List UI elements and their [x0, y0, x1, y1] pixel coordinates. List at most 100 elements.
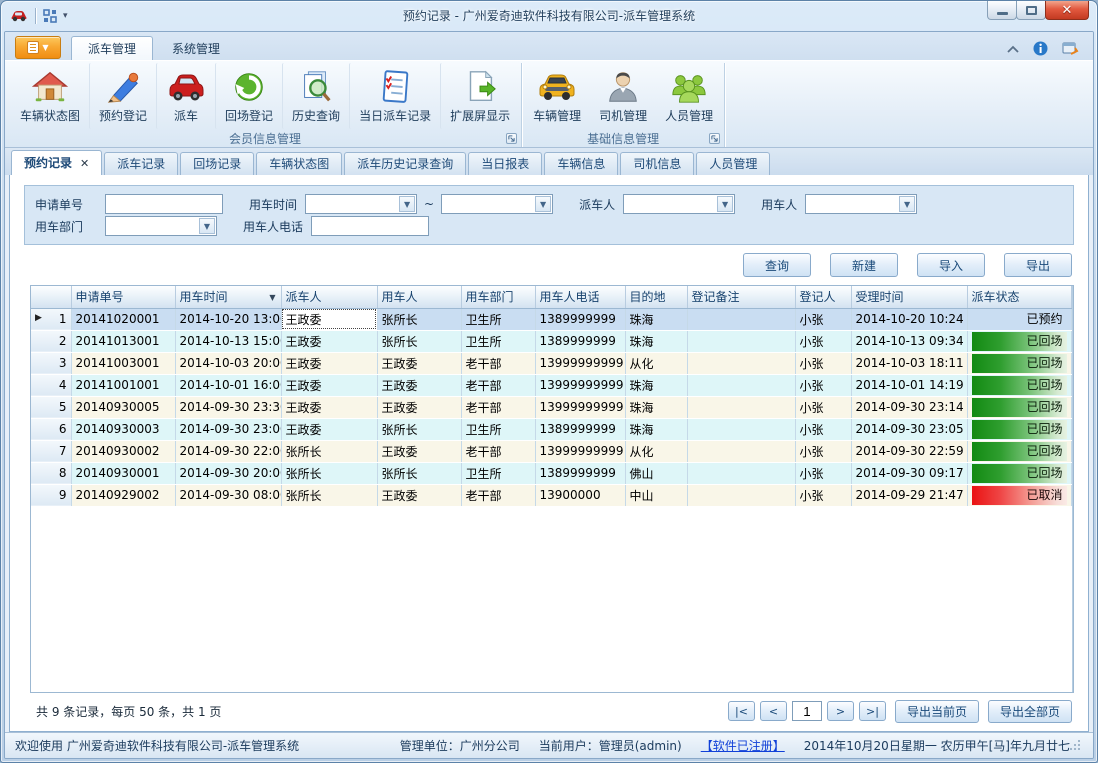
ribbon-button-1-1[interactable]: 司机管理: [590, 63, 656, 129]
cell-order_no[interactable]: 20140930005: [71, 396, 175, 418]
cell-status[interactable]: 已取消: [967, 484, 1071, 506]
quick-access-dropdown-caret-icon[interactable]: ▾: [63, 11, 68, 21]
title-bar[interactable]: ▾ 预约记录 - 广州爱奇迪软件科技有限公司-派车管理系统 ✕: [1, 1, 1097, 31]
query-button[interactable]: 查询: [743, 253, 811, 277]
cell-accept_time[interactable]: 2014-09-30 09:17: [851, 462, 967, 484]
ribbon-button-0-5[interactable]: 当日派车记录: [349, 63, 440, 129]
cell-destination[interactable]: 珠海: [625, 374, 687, 396]
dialog-launcher-icon[interactable]: [709, 133, 720, 144]
cell-order_no[interactable]: 20141020001: [71, 308, 175, 330]
row-indicator[interactable]: 3: [31, 352, 71, 374]
export-button[interactable]: 导出: [1004, 253, 1072, 277]
cell-dept[interactable]: 卫生所: [461, 462, 535, 484]
column-header-5[interactable]: 用车部门: [461, 286, 535, 308]
document-tab-7[interactable]: 司机信息: [620, 152, 694, 175]
cell-phone[interactable]: 13999999999: [535, 396, 625, 418]
document-tab-4[interactable]: 派车历史记录查询: [344, 152, 466, 175]
cell-use_time[interactable]: 2014-09-30 23:00: [175, 418, 281, 440]
cell-order_no[interactable]: 20140929002: [71, 484, 175, 506]
cell-use_time[interactable]: 2014-10-13 15:00: [175, 330, 281, 352]
cell-use_time[interactable]: 2014-09-30 08:00: [175, 484, 281, 506]
dialog-launcher-icon[interactable]: [506, 133, 517, 144]
document-tab-1[interactable]: 派车记录: [104, 152, 178, 175]
cell-remark[interactable]: [687, 352, 795, 374]
info-icon[interactable]: [1033, 41, 1048, 56]
row-indicator[interactable]: 5: [31, 396, 71, 418]
document-tab-5[interactable]: 当日报表: [468, 152, 542, 175]
resize-grip-icon[interactable]: [1070, 739, 1081, 753]
cell-destination[interactable]: 中山: [625, 484, 687, 506]
cell-dept[interactable]: 卫生所: [461, 418, 535, 440]
cell-accept_time[interactable]: 2014-09-30 22:59: [851, 440, 967, 462]
ribbon-button-0-6[interactable]: 扩展屏显示: [440, 63, 519, 129]
cell-status[interactable]: 已回场: [967, 396, 1071, 418]
cell-user[interactable]: 王政委: [377, 396, 461, 418]
chevron-down-icon[interactable]: ▼: [399, 196, 415, 212]
cell-dept[interactable]: 老干部: [461, 440, 535, 462]
cell-order_no[interactable]: 20141001001: [71, 374, 175, 396]
cell-order_no[interactable]: 20140930001: [71, 462, 175, 484]
cell-accept_time[interactable]: 2014-09-30 23:14: [851, 396, 967, 418]
cell-registrar[interactable]: 小张: [795, 440, 851, 462]
cell-destination[interactable]: 从化: [625, 440, 687, 462]
cell-user[interactable]: 张所长: [377, 462, 461, 484]
maximize-button[interactable]: [1016, 1, 1046, 20]
cell-phone[interactable]: 13999999999: [535, 440, 625, 462]
column-header-9[interactable]: 登记人: [795, 286, 851, 308]
app-menu-button[interactable]: ▼: [15, 36, 61, 59]
cell-user[interactable]: 张所长: [377, 418, 461, 440]
table-row[interactable]: 6201409300032014-09-30 23:00王政委张所长卫生所138…: [31, 418, 1071, 440]
document-tab-6[interactable]: 车辆信息: [544, 152, 618, 175]
cell-accept_time[interactable]: 2014-10-20 10:24: [851, 308, 967, 330]
row-indicator[interactable]: 2: [31, 330, 71, 352]
cell-accept_time[interactable]: 2014-10-03 18:11: [851, 352, 967, 374]
cell-use_time[interactable]: 2014-09-30 23:30: [175, 396, 281, 418]
row-indicator[interactable]: 7: [31, 440, 71, 462]
column-header-7[interactable]: 目的地: [625, 286, 687, 308]
chevron-down-icon[interactable]: ▼: [199, 218, 215, 234]
table-row[interactable]: 8201409300012014-09-30 20:00张所长张所长卫生所138…: [31, 462, 1071, 484]
column-header-2[interactable]: 用车时间▼: [175, 286, 281, 308]
cell-status[interactable]: 已回场: [967, 352, 1071, 374]
filter-combo-0-1[interactable]: ▼: [305, 194, 417, 214]
quick-access-grid-icon[interactable]: [43, 9, 58, 24]
column-header-6[interactable]: 用车人电话: [535, 286, 625, 308]
chevron-down-icon[interactable]: ▼: [899, 196, 915, 212]
cell-user[interactable]: 王政委: [377, 374, 461, 396]
row-indicator[interactable]: 8: [31, 462, 71, 484]
cell-remark[interactable]: [687, 308, 795, 330]
cell-accept_time[interactable]: 2014-10-01 14:19: [851, 374, 967, 396]
cell-status[interactable]: 已预约: [967, 308, 1071, 330]
cell-registrar[interactable]: 小张: [795, 352, 851, 374]
last-page-button[interactable]: >|: [859, 701, 886, 721]
cell-status[interactable]: 已回场: [967, 330, 1071, 352]
ribbon-tab-0[interactable]: 派车管理: [71, 36, 153, 60]
row-indicator[interactable]: ▶1: [31, 308, 71, 330]
cell-phone[interactable]: 1389999999: [535, 330, 625, 352]
cell-dispatcher[interactable]: 王政委: [281, 396, 377, 418]
table-row[interactable]: ▶1201410200012014-10-20 13:00王政委张所长卫生所13…: [31, 308, 1071, 330]
document-tab-2[interactable]: 回场记录: [180, 152, 254, 175]
prev-page-button[interactable]: <: [760, 701, 787, 721]
table-row[interactable]: 9201409290022014-09-30 08:00张所长王政委老干部139…: [31, 484, 1071, 506]
cell-dispatcher[interactable]: 王政委: [281, 308, 377, 330]
cell-status[interactable]: 已回场: [967, 462, 1071, 484]
next-page-button[interactable]: >: [827, 701, 854, 721]
cell-registrar[interactable]: 小张: [795, 308, 851, 330]
cell-registrar[interactable]: 小张: [795, 330, 851, 352]
cell-remark[interactable]: [687, 418, 795, 440]
cell-status[interactable]: 已回场: [967, 374, 1071, 396]
cell-user[interactable]: 王政委: [377, 484, 461, 506]
cell-status[interactable]: 已回场: [967, 418, 1071, 440]
cell-accept_time[interactable]: 2014-09-30 23:05: [851, 418, 967, 440]
document-tab-8[interactable]: 人员管理: [696, 152, 770, 175]
ribbon-button-1-0[interactable]: 车辆管理: [524, 63, 590, 129]
column-header-4[interactable]: 用车人: [377, 286, 461, 308]
ribbon-button-1-2[interactable]: 人员管理: [656, 63, 722, 129]
chevron-down-icon[interactable]: ▼: [717, 196, 733, 212]
cell-user[interactable]: 王政委: [377, 440, 461, 462]
cell-dispatcher[interactable]: 王政委: [281, 352, 377, 374]
cell-destination[interactable]: 珠海: [625, 308, 687, 330]
cell-order_no[interactable]: 20140930002: [71, 440, 175, 462]
filter-combo-0-5[interactable]: ▼: [805, 194, 917, 214]
